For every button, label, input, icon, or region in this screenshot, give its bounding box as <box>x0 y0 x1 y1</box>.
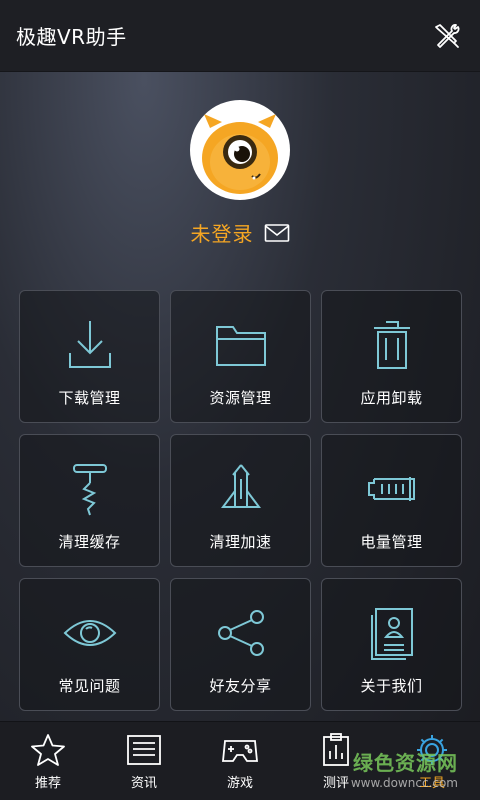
nav-news[interactable]: 资讯 <box>96 722 192 800</box>
login-status-text[interactable]: 未登录 <box>191 218 254 247</box>
app-root: 极趣VR助手 未登录 下载管理 资源管理 应用卸载 清理缓存 清理加速 电量管理… <box>0 0 480 800</box>
tile-label: 常见问题 <box>58 677 121 695</box>
news-icon <box>127 734 161 765</box>
login-row[interactable]: 未登录 <box>191 218 290 247</box>
envelope-icon[interactable] <box>264 223 290 243</box>
profile-section: 未登录 <box>0 100 480 247</box>
bottom-nav: 推荐 资讯 游戏 测评 工具 <box>0 721 480 800</box>
star-icon <box>31 733 65 766</box>
yellow-monster-avatar-icon <box>202 114 278 194</box>
gear-icon <box>417 734 447 765</box>
tile-about-us[interactable]: 关于我们 <box>321 578 462 711</box>
rocket-icon <box>220 464 261 508</box>
tile-resource-manager[interactable]: 资源管理 <box>170 290 311 423</box>
avatar[interactable] <box>190 100 290 200</box>
tile-app-uninstall[interactable]: 应用卸载 <box>321 290 462 423</box>
tile-label: 关于我们 <box>360 677 423 695</box>
tile-label: 资源管理 <box>209 389 272 407</box>
battery-icon <box>367 477 415 501</box>
tools-button[interactable] <box>430 19 464 53</box>
tile-clear-cache[interactable]: 清理缓存 <box>19 434 160 567</box>
tool-grid: 下载管理 资源管理 应用卸载 清理缓存 清理加速 电量管理 常见问题 好友分享 … <box>19 290 463 711</box>
tile-label: 清理加速 <box>209 533 272 551</box>
tile-label: 清理缓存 <box>58 533 121 551</box>
nav-reviews[interactable]: 测评 <box>288 722 384 800</box>
wrench-screwdriver-icon <box>435 23 460 48</box>
nav-label: 推荐 <box>34 775 61 791</box>
tile-download-manager[interactable]: 下载管理 <box>19 290 160 423</box>
nav-games[interactable]: 游戏 <box>192 722 288 800</box>
tile-battery-manager[interactable]: 电量管理 <box>321 434 462 567</box>
tile-speed-up[interactable]: 清理加速 <box>170 434 311 567</box>
app-title: 极趣VR助手 <box>16 25 127 49</box>
tile-faq[interactable]: 常见问题 <box>19 578 160 711</box>
tile-label: 好友分享 <box>209 677 272 695</box>
corkscrew-icon <box>72 464 107 516</box>
nav-label: 资讯 <box>130 775 157 791</box>
top-bar: 极趣VR助手 <box>0 0 480 72</box>
folder-icon <box>215 326 266 366</box>
eye-icon <box>63 620 116 646</box>
tile-label: 电量管理 <box>360 533 423 551</box>
tile-label: 下载管理 <box>58 389 121 407</box>
download-icon <box>68 321 111 368</box>
tile-share-friends[interactable]: 好友分享 <box>170 578 311 711</box>
nav-label: 游戏 <box>226 775 253 791</box>
share-icon <box>217 610 264 656</box>
clipboard-icon <box>323 732 349 766</box>
trash-icon <box>373 321 410 369</box>
nav-recommend[interactable]: 推荐 <box>0 722 96 800</box>
gamepad-icon <box>222 739 258 762</box>
id-card-icon <box>370 608 413 660</box>
nav-label: 工具 <box>418 775 445 791</box>
nav-tools[interactable]: 工具 <box>384 722 480 800</box>
tile-label: 应用卸载 <box>360 389 423 407</box>
nav-label: 测评 <box>322 775 349 791</box>
